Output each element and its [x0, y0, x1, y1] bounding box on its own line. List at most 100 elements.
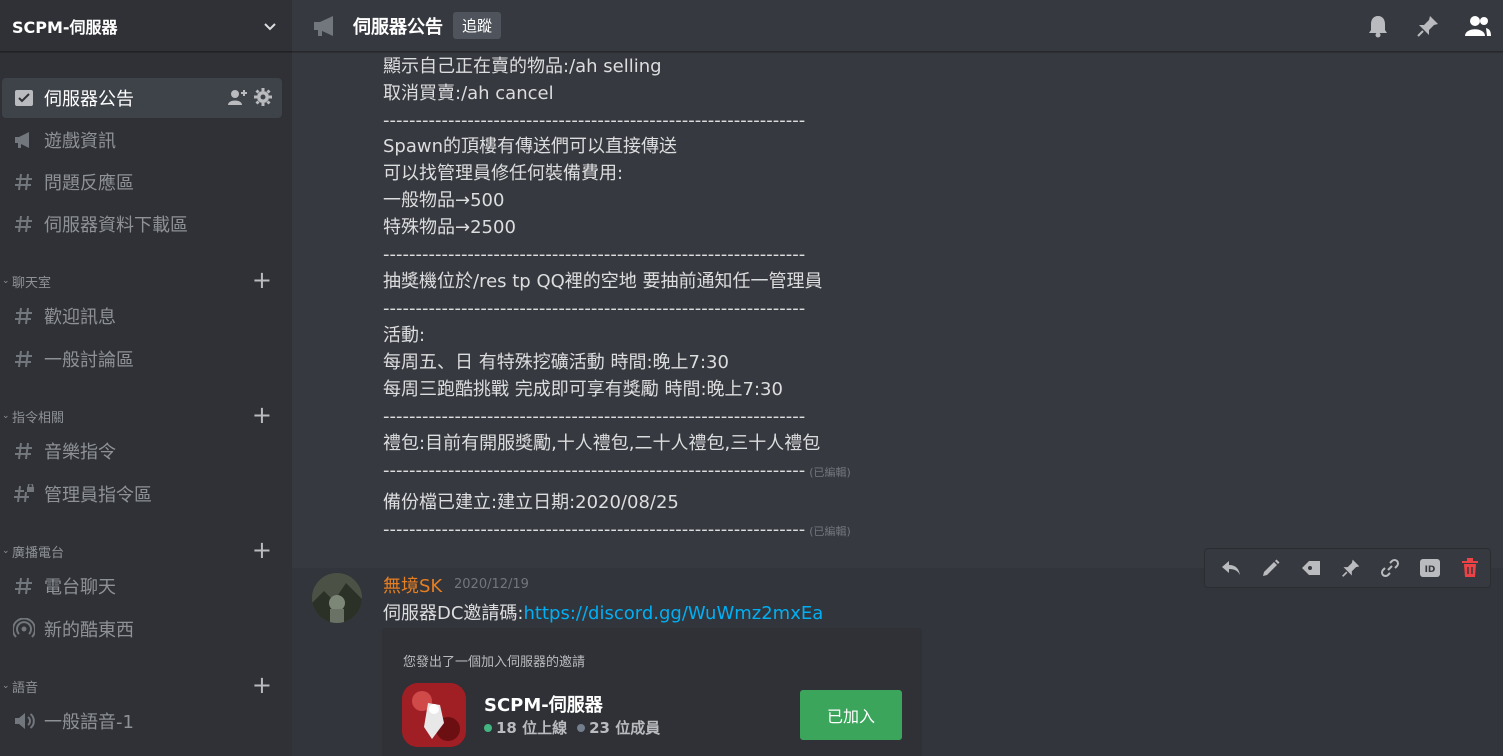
invite-stats: 18 位上線 23 位成員	[484, 717, 660, 738]
invite-link[interactable]: https://discord.gg/WuWmz2mxEa	[524, 603, 824, 624]
message-line: ----------------------------------------…	[383, 459, 851, 485]
hash-icon	[13, 213, 35, 235]
message-line: ----------------------------------------…	[383, 244, 806, 265]
message-line: 抽獎機位於/res tp QQ裡的空地 要抽前通知任一管理員	[383, 271, 823, 292]
divider-text: ----------------------------------------…	[383, 460, 806, 481]
timestamp: 2020/12/19	[454, 577, 529, 592]
hash-icon	[13, 348, 35, 370]
channel-label: 問題反應區	[44, 173, 134, 194]
server-icon[interactable]	[402, 683, 466, 747]
add-channel-icon[interactable]: +	[252, 268, 272, 292]
channel-label: 伺服器資料下載區	[44, 215, 188, 236]
category-label: 指令相關	[12, 410, 65, 426]
category-voice[interactable]: ⌄ 語音 +	[0, 673, 292, 697]
channel-cool-stuff[interactable]: 新的酷東西	[2, 609, 282, 649]
announcement-checkbox-icon	[13, 87, 35, 109]
category-label: 廣播電台	[12, 545, 65, 561]
channel-label: 歡迎訊息	[44, 307, 116, 328]
channel-title: 伺服器公告	[353, 16, 443, 38]
channel-general[interactable]: 一般討論區	[2, 339, 282, 379]
channel-feedback[interactable]: 問題反應區	[2, 162, 282, 202]
channel-voice-1[interactable]: 一般語音-1	[2, 701, 282, 741]
message-line: ----------------------------------------…	[383, 110, 806, 131]
edited-label: (已編輯)	[809, 466, 851, 479]
channel-label: 一般討論區	[44, 350, 134, 371]
channel-server-announcements[interactable]: 伺服器公告	[2, 78, 282, 118]
reply-icon[interactable]	[1211, 550, 1251, 586]
channel-downloads[interactable]: 伺服器資料下載區	[2, 204, 282, 244]
channel-welcome[interactable]: 歡迎訊息	[2, 296, 282, 336]
add-channel-icon[interactable]: +	[252, 403, 272, 427]
speaker-icon	[13, 710, 35, 732]
copy-link-icon[interactable]	[1370, 550, 1410, 586]
message-line: 可以找管理員修任何裝備費用:	[383, 163, 624, 184]
locked-hash-icon	[13, 483, 35, 505]
category-commands[interactable]: ⌄ 指令相關 +	[0, 403, 292, 427]
invite-server-name: SCPM-伺服器	[484, 695, 603, 716]
channel-music-commands[interactable]: 音樂指令	[2, 431, 282, 471]
category-label: 聊天室	[12, 275, 52, 291]
category-radio[interactable]: ⌄ 廣播電台 +	[0, 538, 292, 562]
chevron-down-icon: ⌄	[2, 276, 10, 286]
edited-label: (已編輯)	[809, 525, 851, 538]
copy-id-icon[interactable]: ID	[1410, 550, 1450, 586]
invite-icon[interactable]	[228, 88, 248, 106]
chevron-down-icon: ⌄	[2, 411, 10, 421]
header-toolbar	[1353, 13, 1503, 39]
message-line: 禮包:目前有開服獎勵,十人禮包,二十人禮包,三十人禮包	[383, 433, 821, 454]
username[interactable]: 無境SK	[383, 572, 442, 598]
category-chat[interactable]: ⌄ 聊天室 +	[0, 268, 292, 292]
channel-actions	[228, 88, 272, 106]
message-line: 顯示自己正在賣的物品:/ah selling	[383, 56, 662, 77]
edit-icon[interactable]	[1251, 550, 1291, 586]
message-line: 一般物品→500	[383, 190, 505, 211]
message-line: 備份檔已建立:建立日期:2020/08/25	[383, 492, 679, 513]
channel-radio-chat[interactable]: 電台聊天	[2, 566, 282, 606]
gear-icon[interactable]	[254, 88, 272, 106]
add-channel-icon[interactable]: +	[252, 538, 272, 562]
bell-icon[interactable]	[1353, 13, 1403, 39]
delete-icon[interactable]	[1450, 550, 1490, 586]
channel-label: 遊戲資訊	[44, 131, 116, 152]
pin-icon[interactable]	[1331, 550, 1371, 586]
publish-icon[interactable]	[1291, 550, 1331, 586]
message-item[interactable]: 無境SK 2020/12/19 伺服器DC邀請碼:https://discord…	[292, 568, 1503, 756]
message-content: 伺服器DC邀請碼:https://discord.gg/WuWmz2mxEa	[383, 599, 823, 625]
server-header[interactable]: SCPM-伺服器	[0, 0, 292, 52]
message-line: ----------------------------------------…	[383, 518, 851, 544]
hash-icon	[13, 575, 35, 597]
channel-label: 伺服器公告	[44, 89, 134, 110]
message-line: Spawn的頂樓有傳送們可以直接傳送	[383, 136, 678, 157]
channel-sidebar: SCPM-伺服器 伺服器公告 遊戲資訊 問題反應區 伺服器資料下載區 ⌄ 聊天室…	[0, 0, 292, 756]
broadcast-icon	[13, 618, 35, 640]
member-count: 23 位成員	[589, 719, 661, 737]
channel-admin-commands[interactable]: 管理員指令區	[2, 474, 282, 514]
add-channel-icon[interactable]: +	[252, 673, 272, 697]
message-line: 每周五、日 有特殊挖礦活動 時間:晚上7:30	[383, 352, 729, 373]
member-list-icon[interactable]	[1453, 13, 1503, 39]
joined-button[interactable]: 已加入	[800, 690, 902, 740]
message-line: 取消買賣:/ah cancel	[383, 83, 554, 104]
announcement-icon	[13, 129, 35, 151]
chevron-down-icon: ⌄	[2, 681, 10, 691]
svg-text:ID: ID	[1425, 565, 1436, 575]
online-dot-icon	[484, 723, 492, 732]
channel-label: 新的酷東西	[44, 620, 134, 641]
channel-label: 一般語音-1	[44, 712, 134, 733]
avatar[interactable]	[312, 573, 362, 623]
pin-icon[interactable]	[1403, 13, 1453, 39]
member-dot-icon	[577, 723, 586, 732]
announcement-icon	[314, 15, 333, 36]
channel-label: 管理員指令區	[44, 485, 152, 506]
chevron-down-icon: ⌄	[2, 546, 10, 556]
hash-icon	[13, 440, 35, 462]
message-line: 特殊物品→2500	[383, 217, 516, 238]
divider-text: ----------------------------------------…	[383, 519, 806, 540]
follow-button[interactable]: 追蹤	[453, 12, 502, 39]
server-name: SCPM-伺服器	[12, 17, 118, 37]
invite-embed: 您發出了一個加入伺服器的邀請 SCPM-伺服器 18 位上線 23 位成員 已加…	[382, 628, 922, 756]
channel-header: 伺服器公告 追蹤	[292, 0, 1503, 52]
hash-icon	[13, 171, 35, 193]
hash-icon	[13, 305, 35, 327]
channel-game-info[interactable]: 遊戲資訊	[2, 120, 282, 160]
